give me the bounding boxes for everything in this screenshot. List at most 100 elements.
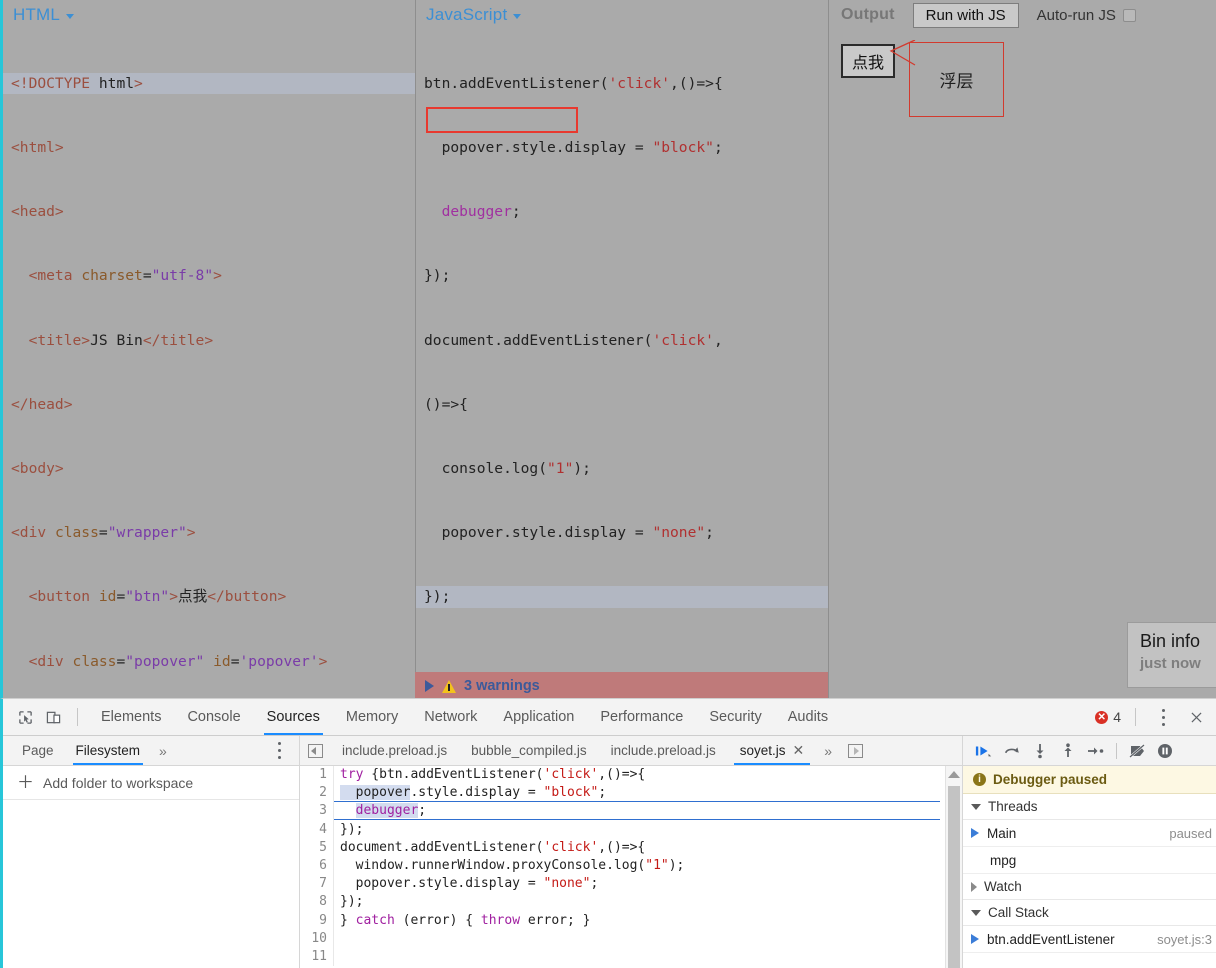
run-with-js-button[interactable]: Run with JS [912, 2, 1019, 28]
tab-audits[interactable]: Audits [775, 699, 841, 735]
output-iframe[interactable]: 点我 浮层 [829, 30, 1216, 698]
pause-on-exceptions-icon[interactable] [1152, 738, 1178, 764]
thread-main-label: Main [987, 825, 1017, 841]
step-over-next-function-call-icon[interactable] [999, 738, 1025, 764]
scroll-up-arrow-icon[interactable] [948, 771, 960, 778]
device-toolbar-icon[interactable] [39, 703, 67, 731]
devtools-main-toolbar: Elements Console Sources Memory Network … [3, 699, 1216, 736]
close-icon[interactable]: ✕ [793, 736, 805, 765]
line-number[interactable]: 9 [300, 911, 334, 930]
tab-network[interactable]: Network [411, 699, 490, 735]
triangle-down-icon [971, 909, 981, 916]
line-number[interactable]: 8 [300, 893, 334, 912]
vertical-dots-icon[interactable] [1150, 703, 1178, 731]
panel-javascript-header[interactable]: JavaScript [416, 0, 828, 30]
thread-row-mpg[interactable]: mpg [963, 847, 1216, 874]
step-out-of-current-function-icon[interactable] [1055, 738, 1081, 764]
warnings-count-label: 3 warnings [464, 678, 540, 694]
tab-console[interactable]: Console [174, 699, 253, 735]
source-line: 7 popover.style.display = "none"; [300, 875, 962, 894]
source-code-view[interactable]: 1 try {btn.addEventListener('click',()=>… [300, 766, 962, 968]
subtab-filesystem[interactable]: Filesystem [65, 736, 152, 765]
thread-row-main[interactable]: Main paused [963, 820, 1216, 847]
triangle-right-icon[interactable] [425, 680, 434, 692]
console-warnings-bar[interactable]: ! 3 warnings [415, 672, 828, 700]
jsbin-app: HTML <!DOCTYPE html> <html> <head> <meta… [0, 0, 1216, 700]
source-scrollbar[interactable] [945, 766, 962, 968]
thread-main-status: paused [1169, 825, 1212, 841]
add-folder-to-workspace-button[interactable]: ＋ Add folder to workspace [3, 766, 299, 800]
auto-run-js-toggle[interactable]: Auto-run JS [1037, 7, 1136, 24]
resume-script-execution-icon[interactable] [971, 738, 997, 764]
rendered-popover: 浮层 [909, 42, 1004, 117]
call-stack-row[interactable]: btn.addEventListener soyet.js:3 [963, 926, 1216, 953]
screen-root: HTML <!DOCTYPE html> <html> <head> <meta… [0, 0, 1216, 968]
deactivate-breakpoints-icon[interactable] [1124, 738, 1150, 764]
section-watch-label: Watch [984, 879, 1022, 894]
chevron-double-right-icon[interactable]: » [151, 743, 175, 759]
html-editor[interactable]: <!DOCTYPE html> <html> <head> <meta char… [3, 30, 415, 698]
more-tabs-chevron-double-right-icon[interactable]: » [816, 743, 840, 759]
info-icon: i [973, 773, 986, 786]
auto-run-js-checkbox[interactable] [1122, 8, 1136, 22]
bin-info-subtitle: just now [1140, 655, 1201, 672]
rendered-popover-label: 浮层 [939, 72, 974, 91]
debugger-sidebar: i Debugger paused Threads Main paused mp… [963, 736, 1216, 968]
tab-memory[interactable]: Memory [333, 699, 411, 735]
source-line: 6 window.runnerWindow.proxyConsole.log("… [300, 856, 962, 876]
file-tab-soyet[interactable]: soyet.js ✕ [728, 736, 817, 765]
triangle-right-icon [971, 881, 977, 892]
line-number[interactable]: 7 [300, 875, 334, 894]
section-watch[interactable]: Watch [963, 874, 1216, 900]
scrollbar-thumb[interactable] [948, 786, 960, 968]
file-tab-include-preload-1[interactable]: include.preload.js [330, 736, 459, 765]
panel-javascript: JavaScript btn.addEventListener('click',… [415, 0, 828, 698]
debugger-controls-toolbar [963, 736, 1216, 766]
panel-html-header[interactable]: HTML [3, 0, 415, 30]
file-tab-include-preload-2[interactable]: include.preload.js [599, 736, 728, 765]
tab-application[interactable]: Application [490, 699, 587, 735]
warning-triangle-icon: ! [442, 679, 456, 693]
source-line: 9 } catch (error) { throw error; } [300, 911, 962, 930]
scroll-tabs-right-icon[interactable] [840, 736, 870, 765]
source-line: 5 document.addEventListener('click',()=>… [300, 838, 962, 857]
subtab-page[interactable]: Page [11, 736, 65, 765]
tab-elements[interactable]: Elements [88, 699, 174, 735]
chevron-down-icon[interactable] [66, 14, 75, 19]
source-line-paused: 3 debugger; [300, 802, 962, 821]
line-number[interactable]: 2 [300, 784, 334, 803]
debugger-paused-banner: i Debugger paused [963, 766, 1216, 794]
paused-line-marker-bottom [334, 819, 940, 820]
javascript-editor[interactable]: btn.addEventListener('click',()=>{ popov… [416, 30, 828, 698]
tab-sources[interactable]: Sources [254, 699, 333, 735]
bin-info-panel[interactable]: Bin info just now [1127, 622, 1216, 688]
panel-html-title: HTML [13, 5, 61, 24]
section-call-stack[interactable]: Call Stack [963, 900, 1216, 926]
line-number[interactable]: 6 [300, 856, 334, 876]
error-count-badge[interactable]: ✕ 4 [1095, 709, 1121, 725]
line-number[interactable]: 5 [300, 838, 334, 857]
inspect-cursor-icon[interactable] [11, 703, 39, 731]
source-line: 8 }); [300, 893, 962, 912]
close-icon[interactable] [1182, 703, 1210, 731]
navigator-menu-vertical-dots-icon[interactable] [271, 737, 299, 765]
line-number[interactable]: 11 [300, 947, 334, 967]
line-number[interactable]: 4 [300, 820, 334, 839]
tab-security[interactable]: Security [696, 699, 774, 735]
file-tab-bubble-compiled[interactable]: bubble_compiled.js [459, 736, 599, 765]
section-threads[interactable]: Threads [963, 794, 1216, 820]
source-line: 11 [300, 947, 962, 967]
chevron-down-icon[interactable] [513, 14, 522, 19]
thread-mpg-label: mpg [990, 852, 1017, 868]
step-icon[interactable] [1083, 738, 1109, 764]
panel-output: Output Run with JS Auto-run JS 点我 浮层 [828, 0, 1216, 698]
line-number[interactable]: 10 [300, 929, 334, 948]
bin-info-title: Bin info [1140, 631, 1201, 651]
panel-html: HTML <!DOCTYPE html> <html> <head> <meta… [3, 0, 415, 698]
tab-performance[interactable]: Performance [587, 699, 696, 735]
line-number[interactable]: 3 [300, 802, 334, 821]
scroll-tabs-left-icon[interactable] [300, 736, 330, 765]
step-into-next-function-call-icon[interactable] [1027, 738, 1053, 764]
line-number[interactable]: 1 [300, 766, 334, 785]
navigator-subtabs: Page Filesystem » [3, 736, 299, 766]
